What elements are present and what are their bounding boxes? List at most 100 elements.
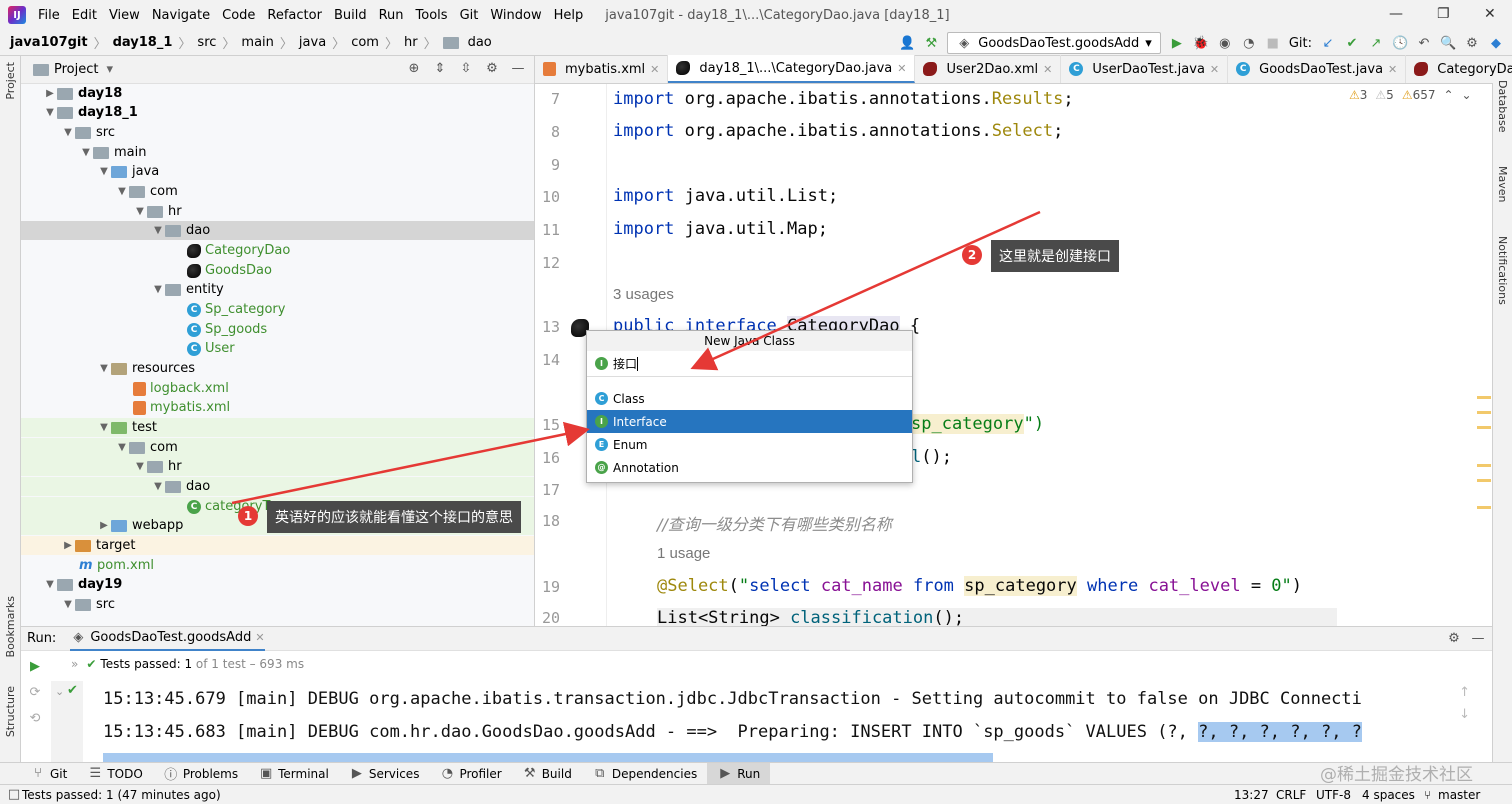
tab-mybatis-xml[interactable]: mybatis.xml ✕ xyxy=(535,55,669,83)
popup-item-enum[interactable]: E Enum xyxy=(587,433,912,456)
tree-item-day19-src[interactable]: ▼ src xyxy=(21,595,534,614)
tree-item-test-hr[interactable]: ▼ hr xyxy=(21,457,534,476)
git-push-icon[interactable]: ↗ xyxy=(1368,36,1384,51)
breadcrumb-project[interactable]: java107git xyxy=(0,35,92,50)
error-stripe-mark[interactable] xyxy=(1477,506,1491,509)
error-stripe-mark[interactable] xyxy=(1477,426,1491,429)
hide-icon[interactable]: — xyxy=(510,61,526,76)
bookmarks-tool-tab[interactable]: Bookmarks xyxy=(4,596,17,657)
tree-item-logback-xml[interactable]: logback.xml xyxy=(21,379,534,398)
close-tab-icon[interactable]: ✕ xyxy=(1388,63,1397,76)
chevron-up-icon[interactable]: ⌃ xyxy=(1443,88,1453,102)
tool-services[interactable]: ▶ Services xyxy=(339,766,430,781)
tree-item-hr[interactable]: ▼ hr xyxy=(21,202,534,221)
code-line[interactable]: import java.util.List; xyxy=(613,186,838,206)
tree-item-day19[interactable]: ▼ day19 xyxy=(21,575,534,594)
usages-hint[interactable]: 3 usages xyxy=(613,286,674,303)
git-branch-icon[interactable]: ⑂ xyxy=(1424,788,1431,802)
close-tab-icon[interactable]: ✕ xyxy=(650,63,659,76)
menu-view[interactable]: View xyxy=(103,8,146,23)
collapse-all-icon[interactable]: ⇳ xyxy=(458,61,474,76)
close-tab-icon[interactable]: ✕ xyxy=(255,631,264,644)
tree-item-sp-goods[interactable]: C Sp_goods xyxy=(21,320,534,339)
tool-build[interactable]: ⚒ Build xyxy=(512,766,582,781)
tool-profiler[interactable]: ◔ Profiler xyxy=(429,766,511,781)
gear-icon[interactable]: ⚙ xyxy=(484,61,500,76)
inspection-widget[interactable]: ⚠3 ⚠5 ⚠657 ⌃ ⌄ xyxy=(1349,88,1472,102)
error-stripe-mark[interactable] xyxy=(1477,464,1491,467)
code-line[interactable]: sp_category") xyxy=(911,414,1044,434)
structure-tool-tab[interactable]: Structure xyxy=(4,686,17,737)
code-line[interactable]: l(); xyxy=(911,447,952,467)
stop-icon[interactable]: ■ xyxy=(1265,36,1281,51)
class-name-input[interactable]: I 接口 xyxy=(587,351,912,377)
expand-icon[interactable]: » xyxy=(71,657,78,671)
menu-refactor[interactable]: Refactor xyxy=(261,8,328,23)
rollback-icon[interactable]: ↶ xyxy=(1416,36,1432,51)
git-branch[interactable]: master xyxy=(1438,788,1480,802)
status-message[interactable]: Tests passed: 1 (47 minutes ago) xyxy=(22,788,221,802)
error-stripe-mark[interactable] xyxy=(1477,479,1491,482)
code-comment[interactable]: //查询一级分类下有哪些类别名称 xyxy=(657,511,892,535)
tree-item-test-dao[interactable]: ▼ dao xyxy=(21,477,534,496)
tree-item-src[interactable]: ▼ src xyxy=(21,123,534,142)
popup-item-interface[interactable]: I Interface xyxy=(587,410,912,433)
code-line[interactable]: List<String> classification(); xyxy=(657,608,1337,626)
toggle-auto-test-icon[interactable]: ⟲ xyxy=(27,711,43,726)
plugin-icon[interactable]: ◆ xyxy=(1488,36,1504,51)
scroll-down-icon[interactable]: ↓ xyxy=(1459,707,1470,722)
tab-categorydao-java[interactable]: day18_1\...\CategoryDao.java ✕ xyxy=(668,55,916,83)
tree-item-pom-xml[interactable]: m pom.xml xyxy=(21,556,534,575)
scroll-up-icon[interactable]: ↑ xyxy=(1459,685,1470,700)
tree-item-dao[interactable]: ▼ dao xyxy=(21,221,534,240)
close-tab-icon[interactable]: ✕ xyxy=(1210,63,1219,76)
code-line[interactable]: import java.util.Map; xyxy=(613,219,828,239)
tree-item-target[interactable]: ▶ target xyxy=(21,536,534,555)
console-line[interactable]: 15:13:45.683 [main] DEBUG com.hr.dao.Goo… xyxy=(103,722,1362,742)
git-commit-icon[interactable]: ✔ xyxy=(1344,36,1360,51)
tree-item-day18_1[interactable]: ▼ day18_1 xyxy=(21,103,534,122)
rerun-icon[interactable]: ▶ xyxy=(27,659,43,674)
chevron-down-icon[interactable]: ▾ xyxy=(106,62,113,77)
database-tool-tab[interactable]: Database xyxy=(1496,80,1509,133)
chevron-down-icon[interactable]: ⌄ xyxy=(1462,88,1472,102)
tab-categorydao-xml[interactable]: CategoryDao.xml xyxy=(1406,55,1512,83)
close-tab-icon[interactable]: ✕ xyxy=(897,62,906,75)
menu-tools[interactable]: Tools xyxy=(410,8,454,23)
close-tab-icon[interactable]: ✕ xyxy=(1043,63,1052,76)
coverage-icon[interactable]: ◉ xyxy=(1217,36,1233,51)
popup-item-annotation[interactable]: @ Annotation xyxy=(587,456,912,479)
run-config-select[interactable]: ◈ GoodsDaoTest.goodsAdd ▾ xyxy=(947,32,1161,54)
tree-item-resources[interactable]: ▼ resources xyxy=(21,359,534,378)
breadcrumb-java[interactable]: java xyxy=(295,35,330,50)
menu-navigate[interactable]: Navigate xyxy=(146,8,216,23)
tree-item-mybatis-xml[interactable]: mybatis.xml xyxy=(21,398,534,417)
breadcrumb-main[interactable]: main xyxy=(237,35,277,50)
console-line[interactable]: 15:13:45.679 [main] DEBUG org.apache.iba… xyxy=(103,689,1362,709)
tree-item-sp-category[interactable]: C Sp_category xyxy=(21,300,534,319)
tree-item-user[interactable]: C User xyxy=(21,339,534,358)
menu-edit[interactable]: Edit xyxy=(66,8,103,23)
notifications-tool-tab[interactable]: Notifications xyxy=(1496,236,1509,305)
menu-window[interactable]: Window xyxy=(484,8,547,23)
tree-item-com[interactable]: ▼ com xyxy=(21,182,534,201)
tree-item-categorydao[interactable]: CategoryDao xyxy=(21,241,534,260)
collapse-icon[interactable]: ⌄ xyxy=(55,685,64,698)
run-icon[interactable]: ▶ xyxy=(1169,36,1185,51)
menu-git[interactable]: Git xyxy=(454,8,485,23)
breadcrumb-com[interactable]: com xyxy=(347,35,383,50)
file-encoding[interactable]: UTF-8 xyxy=(1316,788,1351,802)
tree-item-goodsdao[interactable]: GoodsDao xyxy=(21,261,534,280)
user-icon[interactable]: 👤 xyxy=(899,36,915,51)
tool-terminal[interactable]: ▣ Terminal xyxy=(248,766,339,781)
tree-item-entity[interactable]: ▼ entity xyxy=(21,280,534,299)
tab-userdaotest-java[interactable]: C UserDaoTest.java ✕ xyxy=(1061,55,1229,83)
profile-icon[interactable]: ◔ xyxy=(1241,36,1257,51)
status-icon[interactable]: □ xyxy=(6,787,22,802)
project-panel-title[interactable]: Project xyxy=(54,62,98,77)
git-update-icon[interactable]: ↙ xyxy=(1320,36,1336,51)
code-line[interactable]: import org.apache.ibatis.annotations.Res… xyxy=(613,89,1074,109)
expand-all-icon[interactable]: ⇕ xyxy=(432,61,448,76)
run-tab[interactable]: ◈ GoodsDaoTest.goodsAdd ✕ xyxy=(70,627,265,651)
locate-icon[interactable]: ⊕ xyxy=(406,61,422,76)
